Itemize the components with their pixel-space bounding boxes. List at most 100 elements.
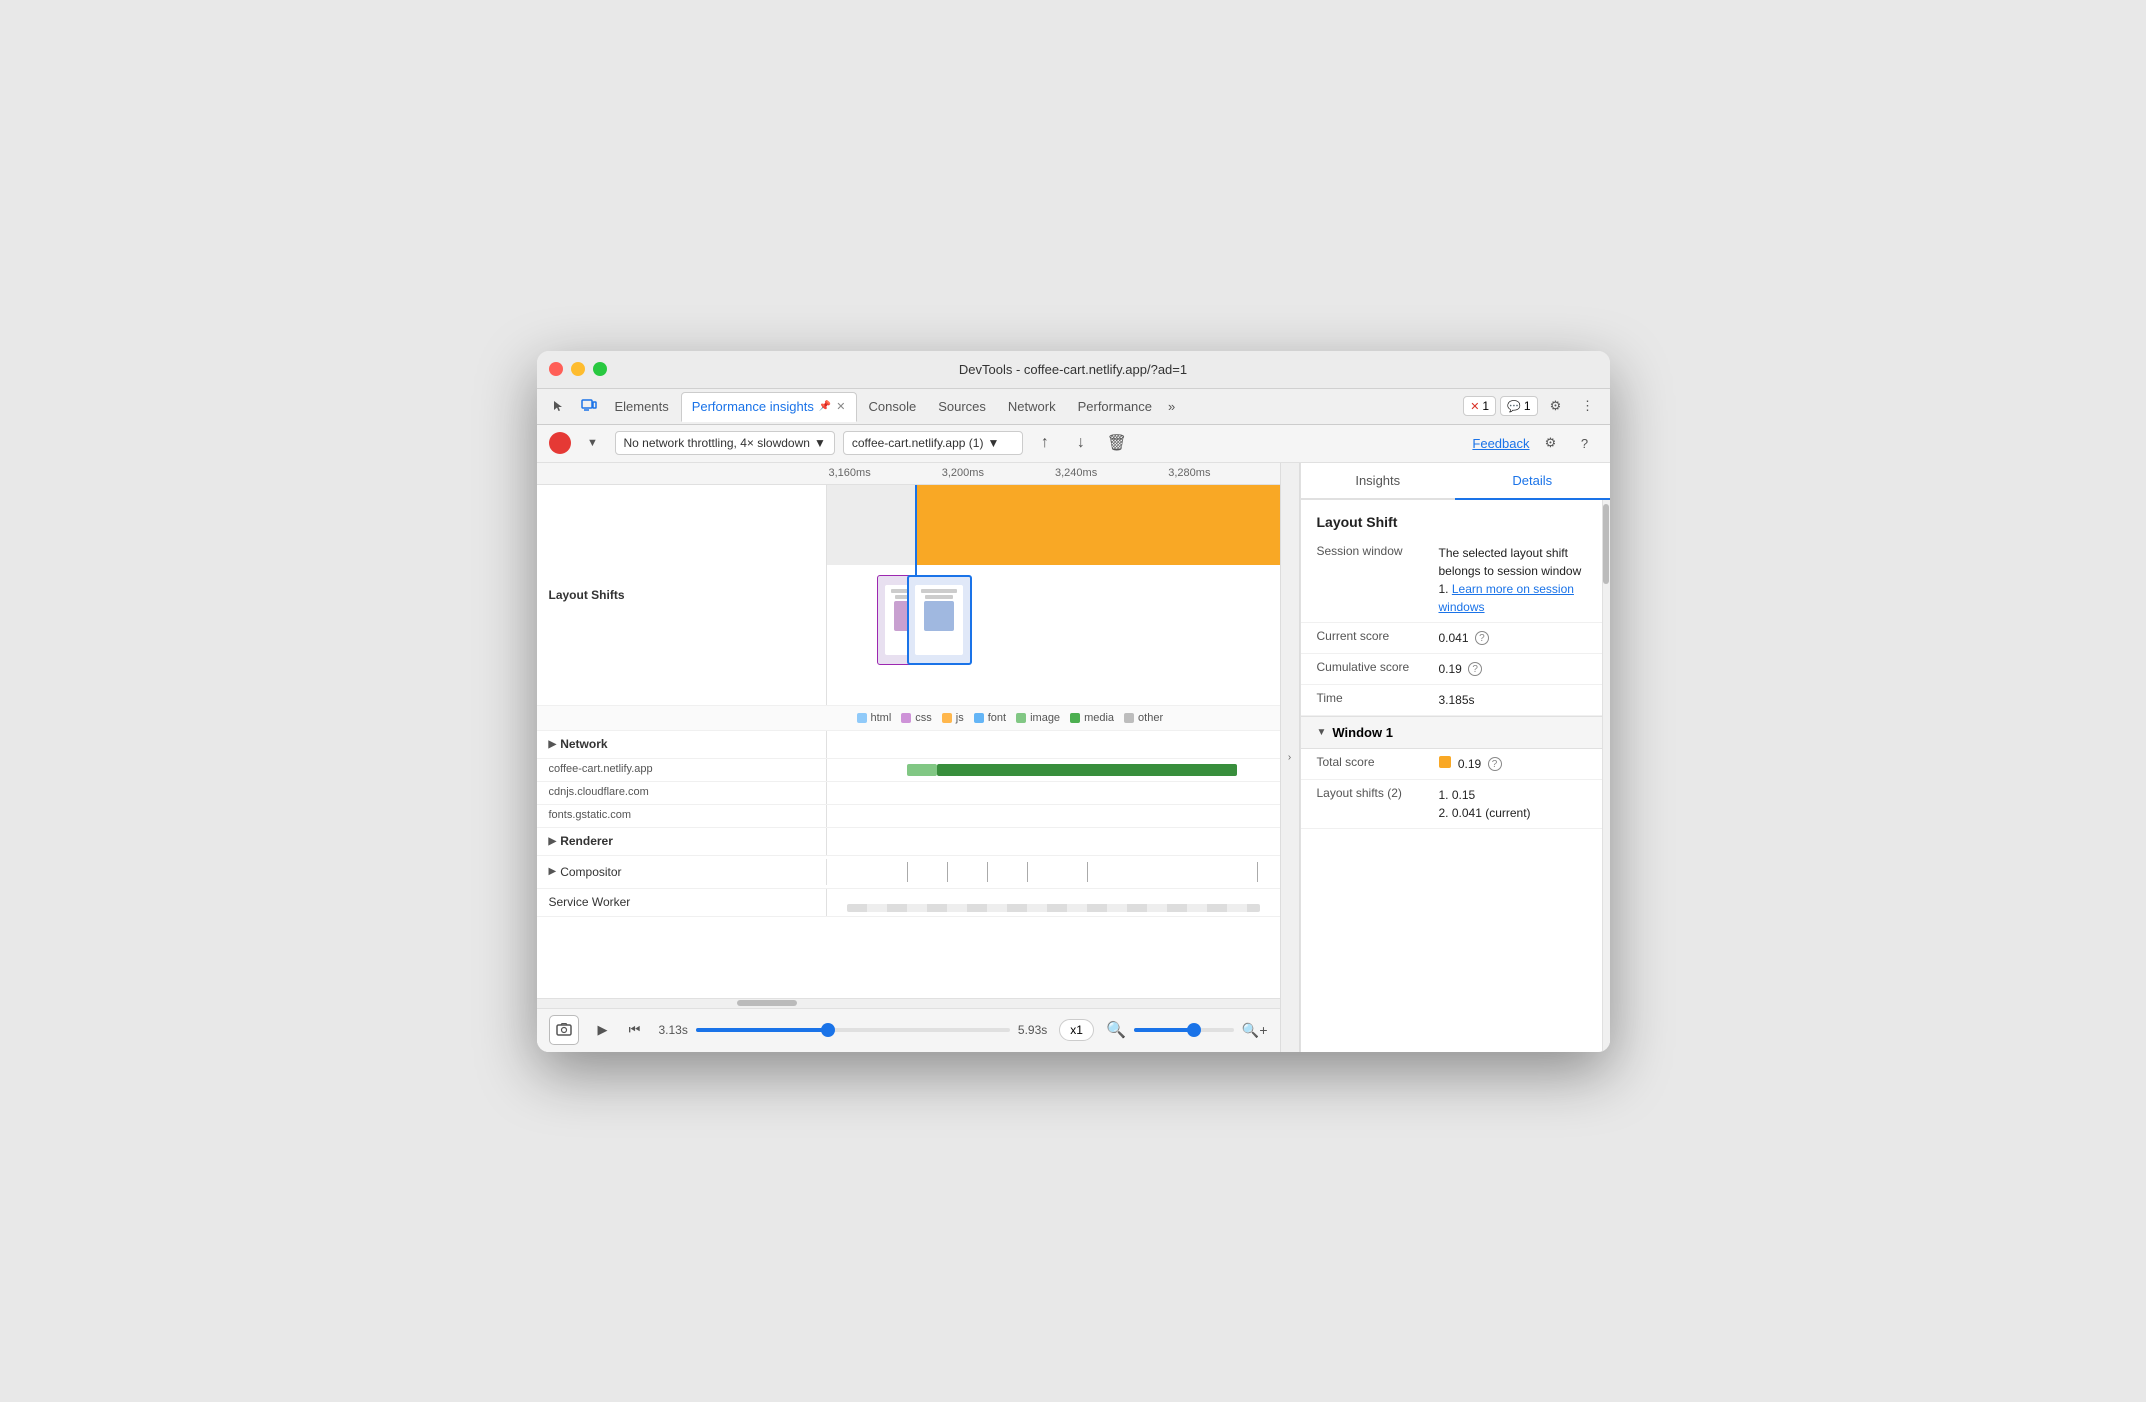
record-button[interactable] [549, 432, 571, 454]
tab-performance-label: Performance [1078, 399, 1152, 414]
zoom-controls: 🔍 🔍+ [1106, 1020, 1268, 1040]
tab-close-icon[interactable]: ✕ [836, 400, 845, 413]
device-line-3 [921, 589, 957, 593]
window-1-label: Window 1 [1332, 725, 1393, 740]
playback-controls: ▶ ⏮ [591, 1018, 647, 1042]
tab-sources[interactable]: Sources [928, 391, 996, 421]
panel-collapse-handle[interactable]: › [1280, 463, 1300, 1052]
tab-console[interactable]: Console [859, 391, 927, 421]
network-label: ▶ Network [537, 731, 827, 758]
device-icon[interactable] [575, 392, 603, 420]
tab-elements-label: Elements [615, 399, 669, 414]
session-windows-link[interactable]: Learn more on session windows [1439, 582, 1574, 614]
legend-media: media [1070, 712, 1114, 724]
cursor-icon[interactable] [545, 392, 573, 420]
layout-shifts-content[interactable] [827, 485, 1280, 705]
tick-5 [1257, 862, 1258, 882]
current-score-help-icon[interactable]: ? [1475, 631, 1489, 645]
session-window-key: Session window [1317, 544, 1427, 616]
speed-badge[interactable]: x1 [1059, 1019, 1094, 1041]
screenshot-icon[interactable] [549, 1015, 579, 1045]
play-button[interactable]: ▶ [591, 1018, 615, 1042]
help-icon[interactable]: ? [1572, 430, 1598, 456]
detail-row-cumulative-score: Cumulative score 0.19 ? [1301, 654, 1602, 685]
network-expand-icon[interactable]: ▶ [549, 739, 557, 750]
upload-icon[interactable]: ↑ [1031, 429, 1059, 457]
minimize-button[interactable] [571, 362, 585, 376]
net-bar-dark-0 [937, 764, 1237, 776]
error-icon: ✕ [1470, 400, 1479, 413]
window-1-header[interactable]: ▼ Window 1 [1301, 717, 1602, 748]
network-item-1: cdnjs.cloudflare.com [537, 782, 827, 804]
tab-performance[interactable]: Performance [1068, 391, 1162, 421]
cumulative-score-key: Cumulative score [1317, 660, 1427, 678]
scrollbar-thumb-vert[interactable] [1603, 504, 1609, 584]
error-badge-button[interactable]: ✕ 1 [1463, 396, 1496, 416]
compositor-content [827, 856, 1280, 888]
right-content: Layout Shift Session window The selected… [1301, 500, 1602, 1052]
message-count: 1 [1524, 399, 1531, 413]
throttling-dropdown[interactable]: No network throttling, 4× slowdown ▼ [615, 431, 835, 455]
download-icon[interactable]: ↓ [1067, 429, 1095, 457]
layout-shift-item-1: 1. 0.15 [1439, 786, 1531, 804]
network-row-0: coffee-cart.netlify.app [537, 759, 1280, 782]
device-line-4 [925, 595, 953, 599]
renderer-header-row: ▶ Renderer [537, 828, 1280, 856]
layout-shifts-label: Layout Shifts [537, 485, 827, 705]
tab-bar: Elements Performance insights 📌 ✕ Consol… [537, 389, 1610, 425]
tab-elements[interactable]: Elements [605, 391, 679, 421]
compositor-expand-icon[interactable]: ▶ [549, 866, 557, 877]
service-worker-label: Service Worker [537, 889, 827, 916]
time-end: 5.93s [1018, 1023, 1047, 1037]
zoom-thumb[interactable] [1187, 1023, 1201, 1037]
current-score-key: Current score [1317, 629, 1427, 647]
close-button[interactable] [549, 362, 563, 376]
legend-html: html [857, 712, 892, 724]
network-row-1: cdnjs.cloudflare.com [537, 782, 1280, 805]
zoom-minus-icon[interactable]: 🔍 [1106, 1020, 1126, 1040]
maximize-button[interactable] [593, 362, 607, 376]
tab-details[interactable]: Details [1455, 463, 1610, 500]
layout-shift-visual [827, 485, 1280, 705]
tab-insights[interactable]: Insights [1301, 463, 1456, 498]
network-item-0: coffee-cart.netlify.app [537, 759, 827, 781]
total-score-key: Total score [1317, 755, 1427, 773]
skip-to-start-button[interactable]: ⏮ [623, 1018, 647, 1042]
timeline-ruler: 3,160ms 3,200ms 3,240ms 3,280ms [537, 463, 1280, 485]
renderer-expand-icon[interactable]: ▶ [549, 836, 557, 847]
tab-network[interactable]: Network [998, 391, 1066, 421]
feedback-link[interactable]: Feedback [1472, 436, 1529, 451]
scrollbar-thumb-horiz[interactable] [737, 1000, 797, 1006]
compositor-label: ▶ Compositor [537, 859, 827, 885]
legend-css: css [901, 712, 932, 724]
message-icon: 💬 [1507, 400, 1521, 413]
dropdown-arrow-icon[interactable]: ▼ [579, 429, 607, 457]
zoom-track[interactable] [1134, 1028, 1234, 1032]
tab-right-controls: ✕ 1 💬 1 ⚙ ⋮ [1463, 392, 1601, 420]
tick-0 [907, 862, 908, 882]
more-options-icon[interactable]: ⋮ [1574, 392, 1602, 420]
error-count: 1 [1482, 399, 1489, 413]
url-dropdown[interactable]: coffee-cart.netlify.app (1) ▼ [843, 431, 1023, 455]
ruler-mark-0: 3,160ms [827, 467, 940, 479]
network-row-2: fonts.gstatic.com [537, 805, 1280, 828]
collapse-arrow-icon: › [1288, 752, 1291, 763]
total-score-help-icon[interactable]: ? [1488, 757, 1502, 771]
delete-icon[interactable]: 🗑 [1103, 429, 1131, 457]
scrubber-thumb[interactable] [821, 1023, 835, 1037]
zoom-plus-icon[interactable]: 🔍+ [1242, 1022, 1268, 1039]
settings-icon[interactable]: ⚙ [1542, 392, 1570, 420]
horizontal-scrollbar[interactable] [537, 998, 1280, 1008]
network-header-content [827, 731, 1280, 758]
scrubber-track[interactable] [696, 1028, 1010, 1032]
network-header-row: ▶ Network [537, 731, 1280, 759]
settings-icon-2[interactable]: ⚙ [1538, 430, 1564, 456]
throttling-dropdown-arrow: ▼ [814, 436, 826, 450]
current-score-val: 0.041 ? [1439, 629, 1489, 647]
cumulative-score-help-icon[interactable]: ? [1468, 662, 1482, 676]
message-badge-button[interactable]: 💬 1 [1500, 396, 1537, 416]
detail-row-total-score: Total score 0.19 ? [1301, 749, 1602, 780]
tabs-overflow[interactable]: » [1168, 399, 1175, 414]
vertical-scrollbar[interactable] [1602, 500, 1610, 1052]
tab-performance-insights[interactable]: Performance insights 📌 ✕ [681, 392, 857, 422]
